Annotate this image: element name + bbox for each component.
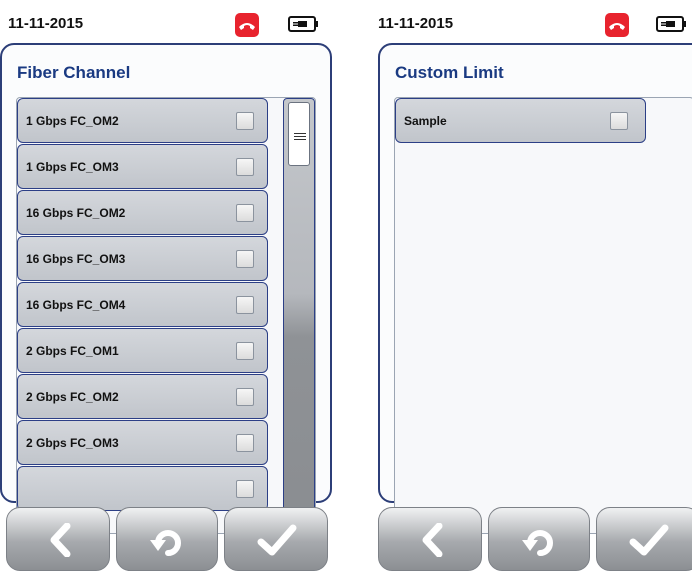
list-item[interactable]: 1 Gbps FC_OM3 [17, 144, 268, 189]
page-title: Fiber Channel [17, 63, 131, 82]
item-checkbox[interactable] [236, 250, 254, 268]
back-button[interactable] [6, 507, 110, 571]
custom-limit-screen: 11-11-2015 Custom Limit Sample [370, 0, 692, 574]
item-label: 1 Gbps FC_OM3 [26, 160, 119, 174]
custom-limit-panel: Custom Limit Sample [378, 43, 692, 534]
undo-button[interactable] [116, 507, 218, 571]
item-label: 16 Gbps FC_OM2 [26, 206, 126, 220]
grip-line [294, 133, 306, 134]
item-label: 16 Gbps FC_OM4 [26, 298, 126, 312]
battery-plug-icon [288, 15, 320, 33]
battery-plug-icon [656, 15, 688, 33]
list-item[interactable]: Sample [395, 98, 646, 143]
nav-bar [370, 505, 692, 574]
list-item[interactable]: 1 Gbps FC_OM2 [17, 98, 268, 143]
fiber-channel-panel: Fiber Channel 1 Gbps FC_OM2 1 Gbps FC_OM… [0, 43, 332, 534]
nav-bar [0, 505, 332, 574]
list-item[interactable]: 2 Gbps FC_OM1 [17, 328, 268, 373]
fiber-channel-screen: 11-11-2015 Fiber Channel 1 Gbps FC_OM2 1… [0, 0, 332, 574]
phone-hangup-icon[interactable] [235, 13, 259, 37]
item-checkbox[interactable] [236, 204, 254, 222]
item-checkbox[interactable] [236, 342, 254, 360]
status-bar: 11-11-2015 [370, 0, 692, 44]
list-item[interactable]: 16 Gbps FC_OM3 [17, 236, 268, 281]
item-checkbox[interactable] [236, 296, 254, 314]
item-label: Sample [404, 114, 447, 128]
item-label: 16 Gbps FC_OM3 [26, 252, 126, 266]
limit-list[interactable]: 1 Gbps FC_OM2 1 Gbps FC_OM3 16 Gbps FC_O… [16, 97, 316, 534]
grip-line [294, 139, 306, 140]
item-checkbox[interactable] [236, 388, 254, 406]
item-label: 2 Gbps FC_OM1 [26, 344, 119, 358]
back-button[interactable] [378, 507, 482, 571]
confirm-button[interactable] [224, 507, 328, 571]
undo-icon [150, 530, 181, 556]
item-label: 1 Gbps FC_OM2 [26, 114, 119, 128]
item-label: 2 Gbps FC_OM2 [26, 390, 119, 404]
list-item[interactable]: 16 Gbps FC_OM4 [17, 282, 268, 327]
item-checkbox[interactable] [236, 480, 254, 498]
grip-line [294, 136, 306, 137]
status-bar: 11-11-2015 [0, 0, 332, 44]
item-checkbox[interactable] [236, 158, 254, 176]
back-chevron-icon [50, 523, 71, 557]
back-chevron-icon [422, 523, 443, 557]
confirm-check-icon [257, 524, 297, 556]
undo-button[interactable] [488, 507, 590, 571]
scrollbar[interactable] [283, 98, 315, 533]
status-date: 11-11-2015 [378, 15, 454, 32]
undo-icon [522, 530, 553, 556]
list-item[interactable]: 16 Gbps FC_OM2 [17, 190, 268, 235]
status-date: 11-11-2015 [8, 15, 84, 32]
confirm-check-icon [629, 524, 669, 556]
list-item[interactable]: 2 Gbps FC_OM2 [17, 374, 268, 419]
item-label: 2 Gbps FC_OM3 [26, 436, 119, 450]
page-title: Custom Limit [395, 63, 504, 82]
confirm-button[interactable] [596, 507, 692, 571]
item-checkbox[interactable] [236, 112, 254, 130]
scroll-thumb[interactable] [288, 102, 310, 166]
limit-list[interactable]: Sample [394, 97, 692, 534]
list-item[interactable]: 2 Gbps FC_OM3 [17, 420, 268, 465]
item-checkbox[interactable] [236, 434, 254, 452]
item-checkbox[interactable] [610, 112, 628, 130]
phone-hangup-icon[interactable] [605, 13, 629, 37]
